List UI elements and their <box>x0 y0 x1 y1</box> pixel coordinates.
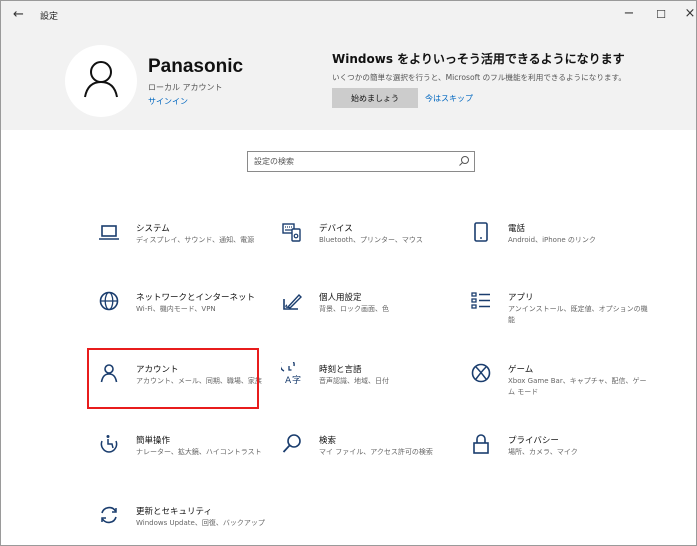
minimize-button[interactable]: − <box>614 6 644 21</box>
lock-icon <box>473 434 489 454</box>
promo-description: いくつかの簡単な選択を行うと、Microsoft のフル機能を利用できるようにな… <box>332 73 626 82</box>
skip-link[interactable]: 今はスキップ <box>425 93 473 104</box>
category-phone[interactable]: 電話 Android、iPhone のリンク <box>470 221 650 261</box>
avatar <box>65 45 137 117</box>
title-bar: ← 設定 − ☐ × <box>1 1 696 31</box>
sync-icon <box>101 506 117 524</box>
laptop-icon <box>99 225 119 240</box>
category-system[interactable]: システム ディスプレイ、サウンド、通知、電源 <box>98 221 278 261</box>
category-description: Windows Update、回復、バックアップ <box>136 519 265 527</box>
category-title: プライバシー <box>508 436 559 446</box>
svg-text:字: 字 <box>292 374 301 384</box>
user-avatar-icon <box>84 61 118 98</box>
get-started-button[interactable]: 始めましょう <box>332 88 418 108</box>
highlight-box <box>87 348 259 409</box>
search-icon <box>282 434 301 453</box>
category-search[interactable]: 検索 マイ ファイル、アクセス許可の検索 <box>281 433 461 473</box>
category-description: マイ ファイル、アクセス許可の検索 <box>319 448 433 456</box>
category-network[interactable]: ネットワークとインターネット Wi-Fi、機内モード、VPN <box>98 290 278 330</box>
category-description: Android、iPhone のリンク <box>508 236 596 244</box>
category-description: Xbox Game Bar、キャプチャ、配信、ゲーム モード <box>508 377 647 396</box>
category-title: 電話 <box>508 224 526 234</box>
phone-icon <box>474 222 488 242</box>
maximize-button[interactable]: ☐ <box>646 8 676 21</box>
category-personalization[interactable]: 個人用設定 背景、ロック画面、色 <box>281 290 461 330</box>
svg-text:A: A <box>285 376 292 384</box>
category-title: 時刻と言語 <box>319 365 362 375</box>
category-devices[interactable]: デバイス Bluetooth、プリンター、マウス <box>281 221 461 261</box>
category-description: ディスプレイ、サウンド、通知、電源 <box>136 236 255 244</box>
search-box[interactable]: 設定の検索 <box>247 151 475 172</box>
category-description: 場所、カメラ、マイク <box>508 448 578 456</box>
category-gaming[interactable]: ゲーム Xbox Game Bar、キャプチャ、配信、ゲーム モード <box>470 362 650 402</box>
category-update-security[interactable]: 更新とセキュリティ Windows Update、回復、バックアップ <box>98 504 278 544</box>
category-title: デバイス <box>319 224 353 234</box>
promo-title: Windows をよりいっそう活用できるようになります <box>332 52 625 66</box>
time-language-icon: A 字 <box>281 362 301 384</box>
category-title: アプリ <box>508 293 534 303</box>
window-title: 設定 <box>40 12 59 22</box>
user-name: Panasonic <box>148 56 244 77</box>
category-apps[interactable]: アプリ アンインストール、既定値、オプションの機能 <box>470 290 650 330</box>
close-button[interactable]: × <box>675 6 696 21</box>
search-input[interactable]: 設定の検索 <box>254 156 294 167</box>
ease-of-access-icon <box>100 435 118 453</box>
category-description: 音声認識、地域、日付 <box>319 377 389 385</box>
category-title: ゲーム <box>508 365 534 375</box>
xbox-icon <box>471 363 491 383</box>
category-title: 簡単操作 <box>136 436 171 446</box>
category-description: 背景、ロック画面、色 <box>319 305 389 313</box>
search-icon[interactable] <box>457 154 471 168</box>
signin-link[interactable]: サインイン <box>148 96 188 107</box>
category-title: システム <box>136 224 170 234</box>
account-type: ローカル アカウント <box>148 83 223 92</box>
category-title: 個人用設定 <box>319 293 362 303</box>
category-time-language[interactable]: A 字 時刻と言語 音声認識、地域、日付 <box>281 362 461 402</box>
keyboard-icon <box>282 223 301 242</box>
category-title: ネットワークとインターネット <box>136 293 256 303</box>
category-description: Wi-Fi、機内モード、VPN <box>136 305 216 313</box>
settings-window: ← 設定 − ☐ × Panasonic ローカル アカウント サインイン Wi… <box>0 0 697 546</box>
personalization-icon <box>283 293 302 310</box>
category-ease-of-access[interactable]: 簡単操作 ナレーター、拡大鏡、ハイコントラスト <box>98 433 278 473</box>
category-title: 更新とセキュリティ <box>136 507 212 517</box>
category-privacy[interactable]: プライバシー 場所、カメラ、マイク <box>470 433 650 473</box>
category-description: アンインストール、既定値、オプションの機能 <box>508 305 648 324</box>
globe-icon <box>99 291 119 311</box>
apps-icon <box>471 292 490 309</box>
back-arrow-icon[interactable]: ← <box>13 7 24 22</box>
category-description: Bluetooth、プリンター、マウス <box>319 236 423 244</box>
category-title: 検索 <box>319 436 337 446</box>
category-description: ナレーター、拡大鏡、ハイコントラスト <box>136 448 262 456</box>
